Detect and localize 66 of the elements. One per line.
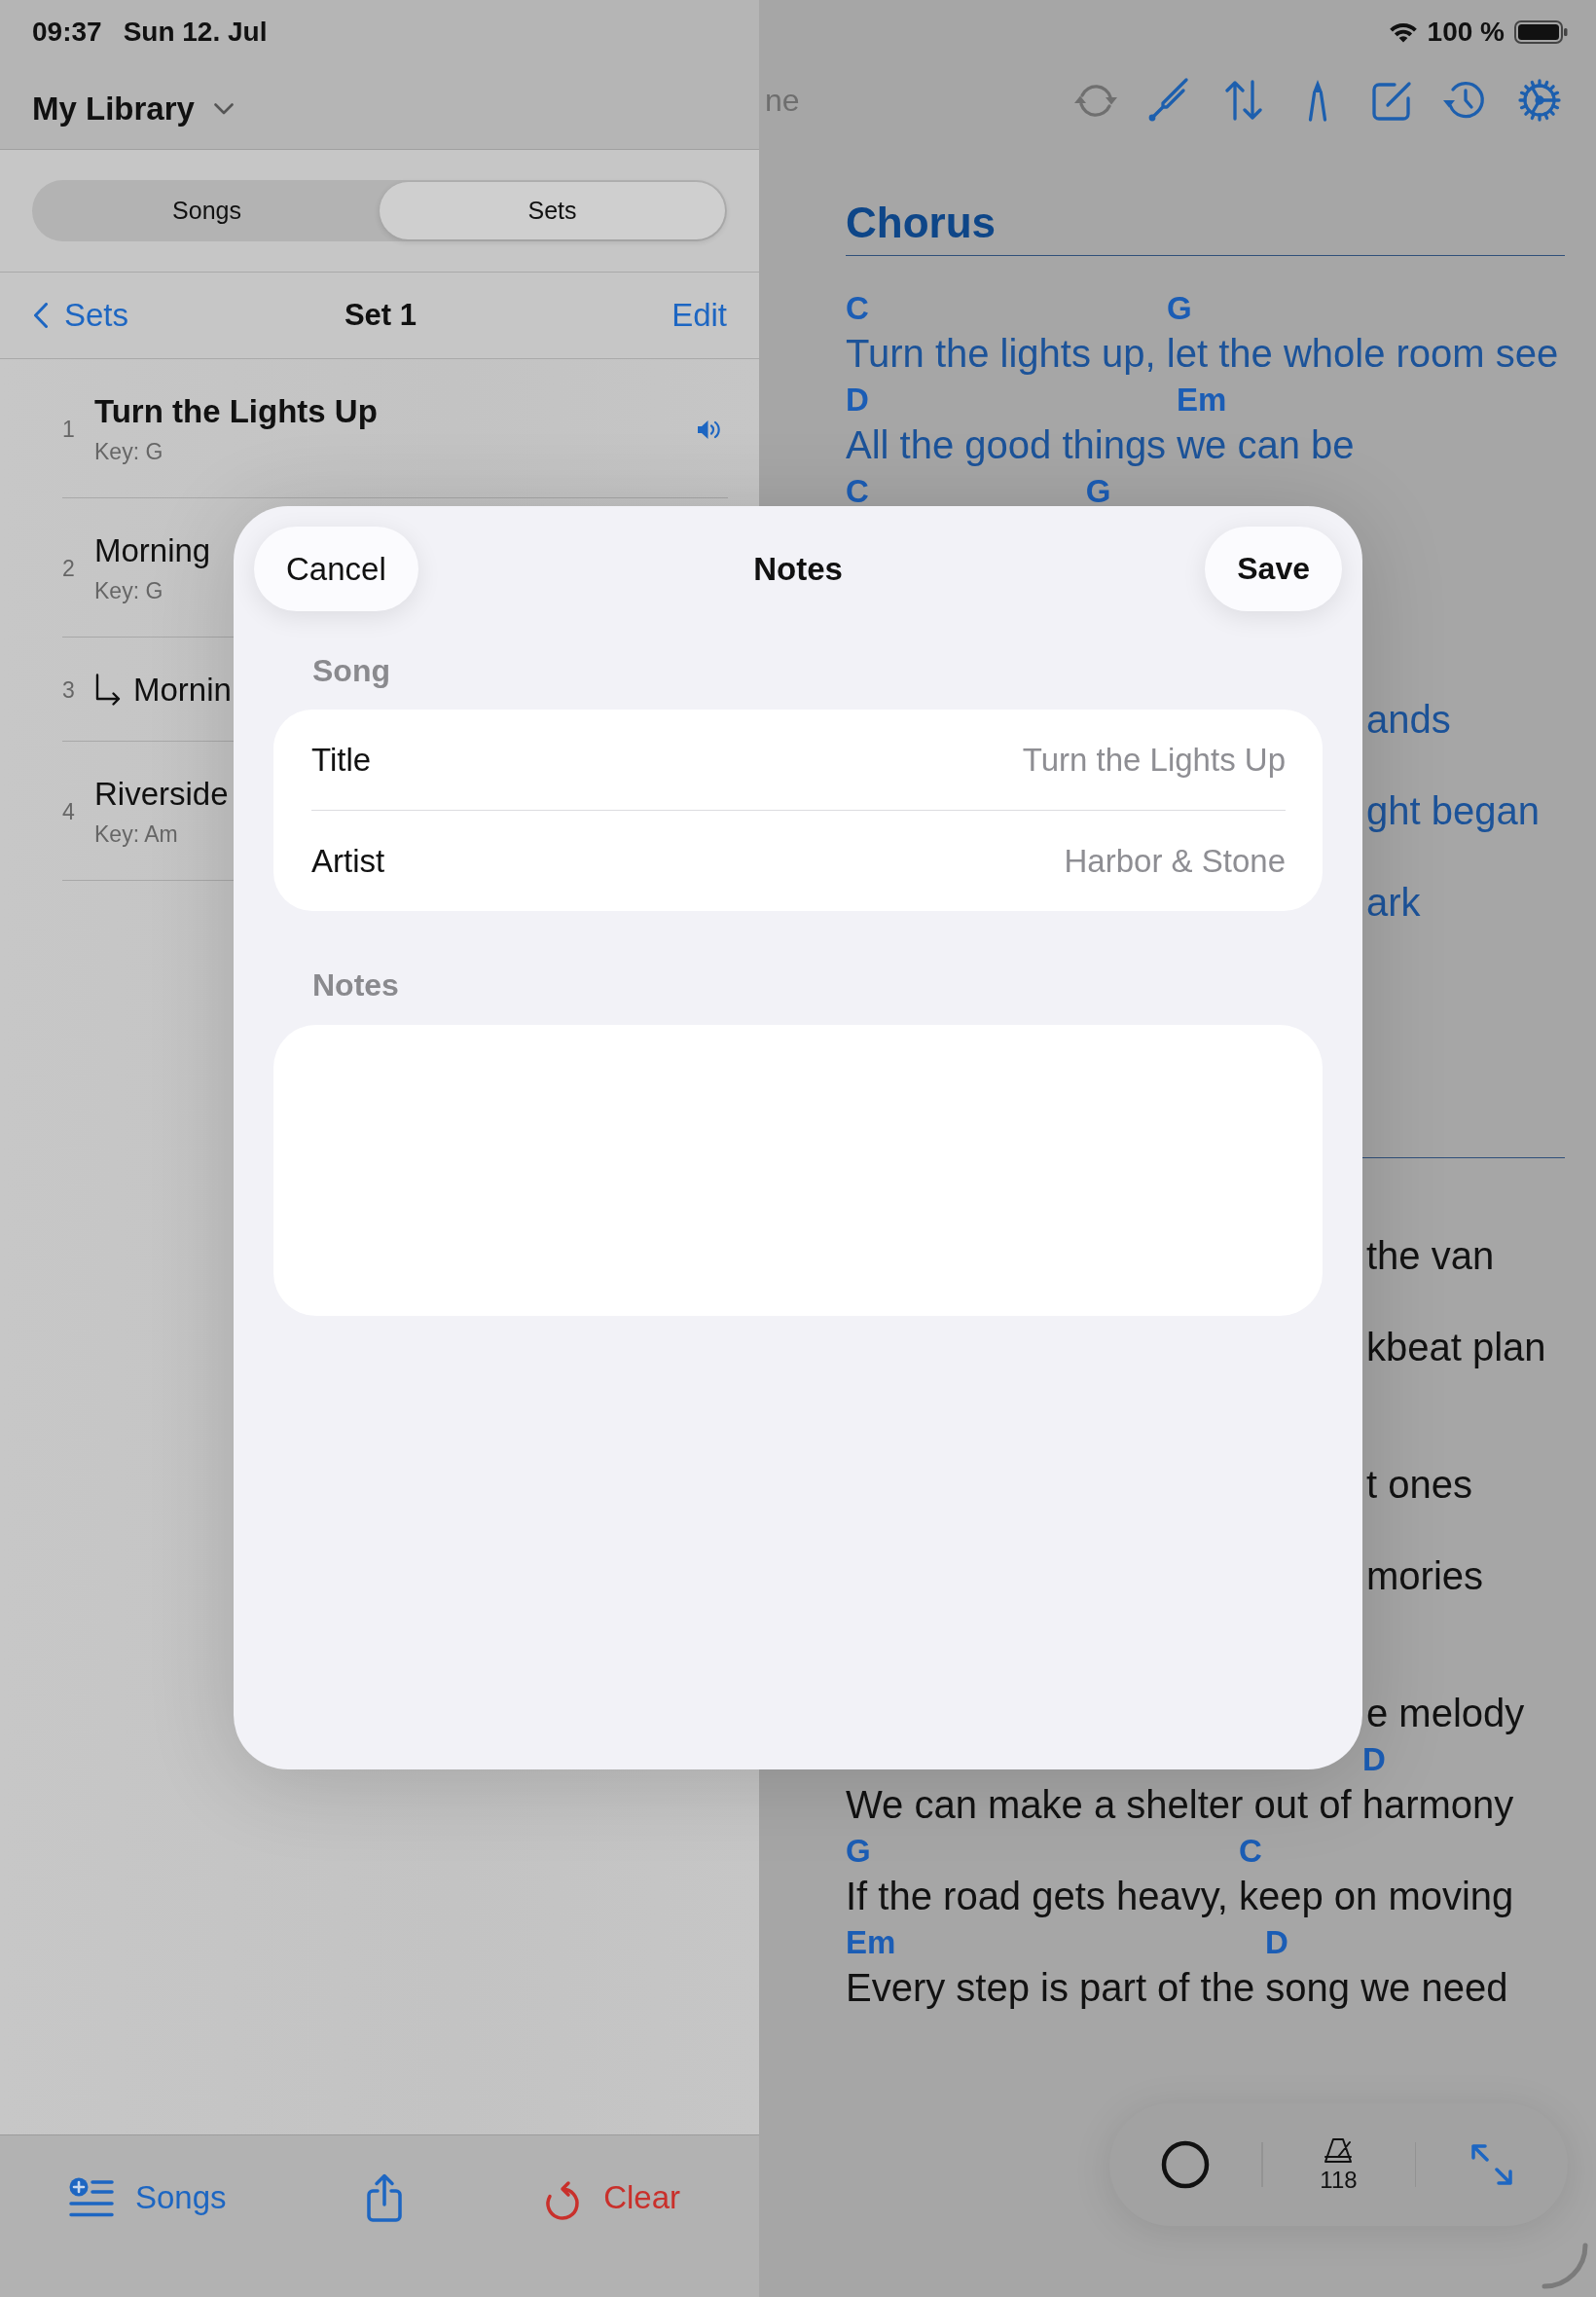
lyric-line-fragment: the van	[1366, 1233, 1495, 1279]
song-key: Key: G	[94, 437, 163, 466]
lyric-line: Every step is part of the song we need	[846, 1965, 1508, 2011]
status-date: Sun 12. Jul	[123, 17, 268, 48]
ring-icon[interactable]	[1161, 2140, 1210, 2189]
chord-label: C	[846, 477, 869, 511]
song-title[interactable]: Mornin	[133, 671, 232, 710]
section-heading: Chorus	[846, 199, 996, 246]
item-number: 4	[62, 798, 76, 826]
song-key: Key: G	[94, 576, 163, 605]
share-icon[interactable]	[365, 2173, 405, 2222]
lyric-line-fragment: ands	[1366, 697, 1451, 743]
chord-label: G	[1085, 477, 1111, 511]
chord-label: D	[1362, 1745, 1386, 1774]
chord-label: G	[1167, 294, 1192, 323]
chord-label: C	[1239, 1837, 1262, 1866]
battery-icon	[1514, 20, 1568, 44]
resize-handle-icon[interactable]	[1542, 2242, 1588, 2289]
section-label: Notes	[312, 967, 399, 1003]
song-title[interactable]: Morning	[94, 531, 211, 570]
lyric-line-fragment: ght began	[1366, 788, 1540, 834]
chord-label: D	[846, 385, 869, 415]
chord-label: G	[846, 1837, 871, 1866]
song-title[interactable]: Riverside	[94, 775, 229, 814]
cancel-button[interactable]: Cancel	[254, 527, 418, 611]
lyric-line: We can make a shelter out of harmony	[846, 1782, 1514, 1828]
field-value: Harbor & Stone	[1064, 842, 1286, 880]
chord-label: Em	[1177, 385, 1227, 415]
metronome-icon	[1323, 2136, 1355, 2164]
chord-label: Em	[846, 1928, 896, 1957]
lyric-line: If the road gets heavy, keep on moving	[846, 1874, 1514, 1919]
segment-tab[interactable]: Sets	[380, 182, 725, 239]
toolbar-label: ne	[765, 82, 800, 120]
metronome-button[interactable]: 118	[1320, 2136, 1358, 2193]
status-time: 09:37	[32, 17, 102, 48]
library-menu-button[interactable]: My Library	[32, 90, 234, 128]
song-title[interactable]: Turn the Lights Up	[94, 392, 378, 431]
item-number: 2	[62, 555, 76, 583]
section-label: Song	[312, 653, 390, 688]
lyric-line-fragment: t ones	[1366, 1462, 1472, 1508]
chevron-left-icon	[34, 303, 48, 328]
expand-arrows-icon[interactable]	[1469, 2142, 1514, 2187]
lyric-line-fragment: e melody	[1366, 1691, 1525, 1736]
lyric-line-fragment: kbeat plan	[1366, 1325, 1546, 1370]
lyric-line-fragment: mories	[1366, 1553, 1484, 1599]
song-key: Key: Am	[94, 820, 178, 849]
item-number: 3	[62, 676, 76, 705]
lyric-line: All the good things we can be	[846, 422, 1355, 468]
settings-icon[interactable]	[1516, 77, 1563, 124]
sheet-title: Notes	[753, 550, 843, 588]
wifi-icon	[1388, 21, 1418, 43]
set-title: Set 1	[344, 298, 417, 333]
segment-tab[interactable]: Songs	[34, 182, 380, 239]
turn-arrow-icon	[94, 674, 122, 707]
item-number: 1	[62, 416, 76, 444]
list-plus-icon	[69, 2177, 114, 2218]
field-label: Artist	[311, 842, 385, 880]
battery-percent: 100 %	[1427, 17, 1505, 48]
save-button[interactable]: Save	[1205, 527, 1342, 611]
lyric-line-fragment: ark	[1366, 880, 1421, 926]
chord-label: C	[846, 294, 869, 323]
chevron-down-icon	[213, 103, 234, 115]
field-label: Title	[311, 741, 372, 779]
lyric-line: Turn the lights up, let the whole room see	[846, 331, 1559, 377]
chord-label: D	[1265, 1928, 1288, 1957]
field-value: Turn the Lights Up	[1022, 741, 1286, 779]
